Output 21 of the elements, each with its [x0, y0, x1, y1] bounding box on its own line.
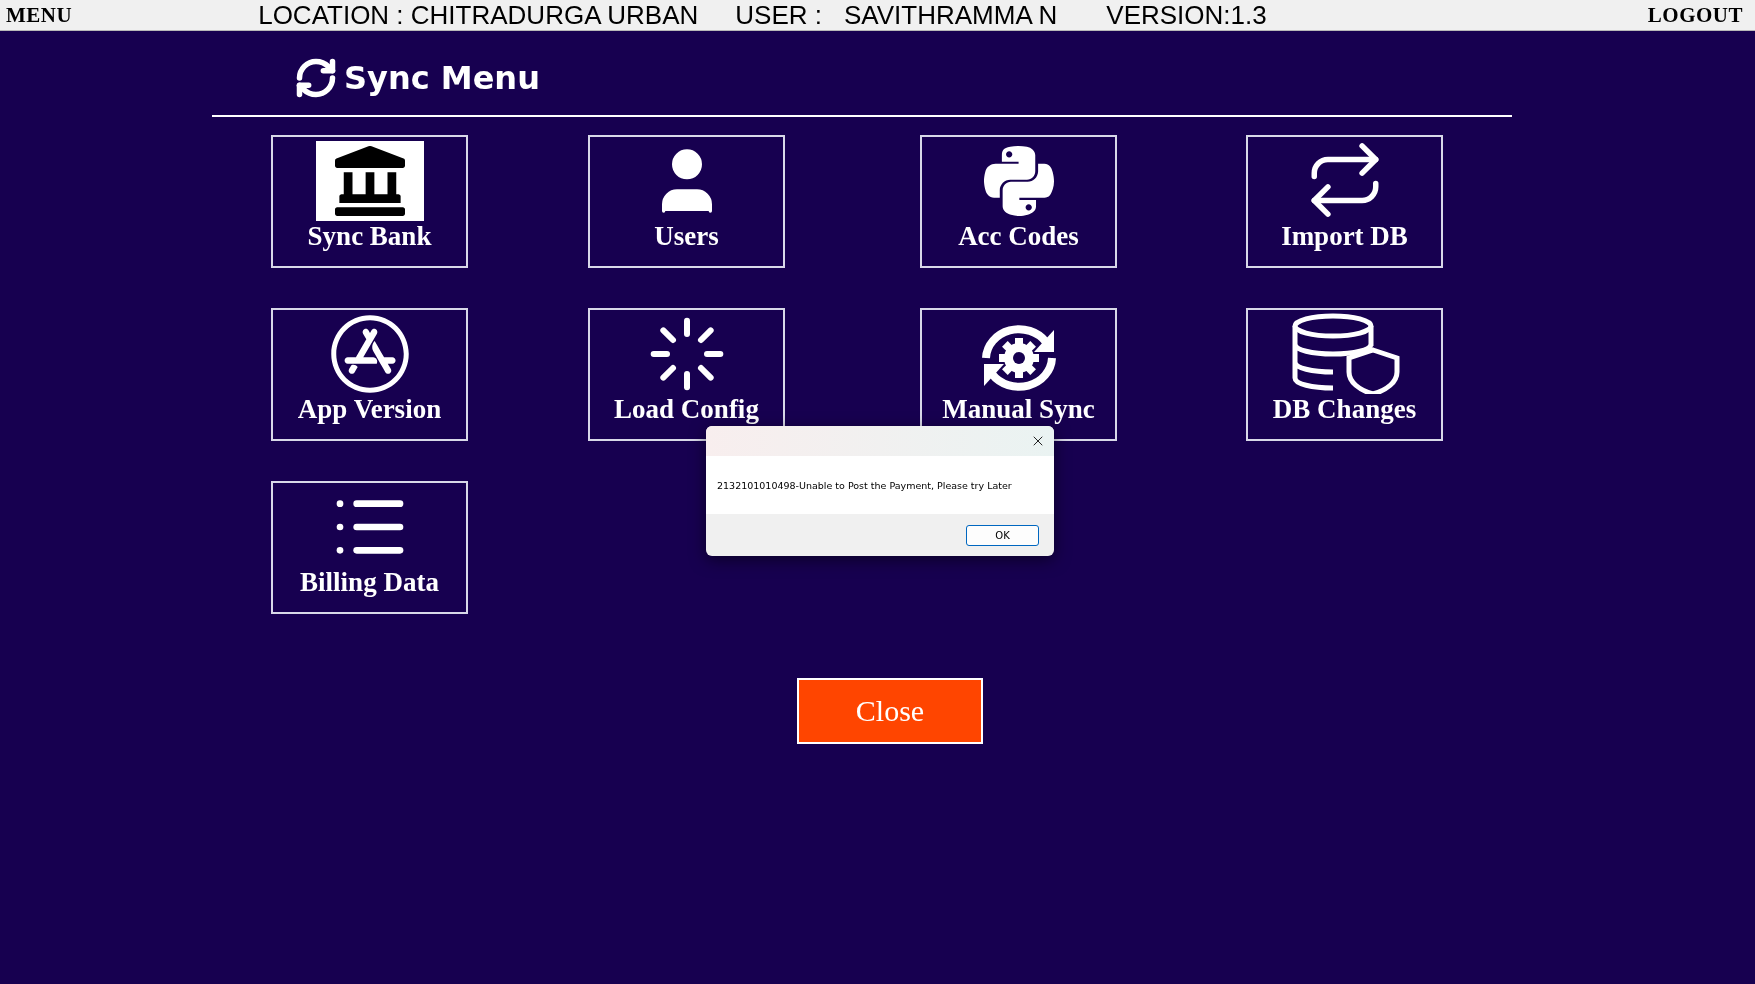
dialog-message: 2132101010498-Unable to Post the Payment, Please try Later	[717, 479, 1012, 491]
sync-icon	[294, 56, 338, 100]
user-label: USER :	[735, 2, 822, 28]
user-name: SAVITHRAMMA N	[844, 2, 1058, 28]
menu-tile[interactable]: Import DB	[1246, 135, 1443, 268]
menu-link[interactable]: MENU	[6, 2, 73, 28]
menu-tile[interactable]: Billing Data	[271, 481, 468, 614]
menu-tile[interactable]: Manual Sync	[920, 308, 1117, 441]
menu-tile[interactable]: DB Changes	[1246, 308, 1443, 441]
version-text: VERSION:1.3	[1106, 2, 1267, 28]
logout-link[interactable]: LOGOUT	[1647, 2, 1743, 28]
location-text: LOCATION : CHITRADURGA URBAN	[258, 2, 699, 28]
menu-tile[interactable]: Users	[588, 135, 785, 268]
ok-button[interactable]: OK	[966, 524, 1039, 546]
menu-tile[interactable]: App Version	[271, 308, 468, 441]
app-store-icon	[329, 314, 410, 394]
menu-tile[interactable]: Acc Codes	[920, 135, 1117, 268]
menu-tile[interactable]: Sync Bank	[271, 135, 468, 268]
bank-icon	[315, 141, 424, 221]
page-title: Sync Menu	[344, 59, 540, 97]
menu-tile[interactable]: Load Config	[588, 308, 785, 441]
